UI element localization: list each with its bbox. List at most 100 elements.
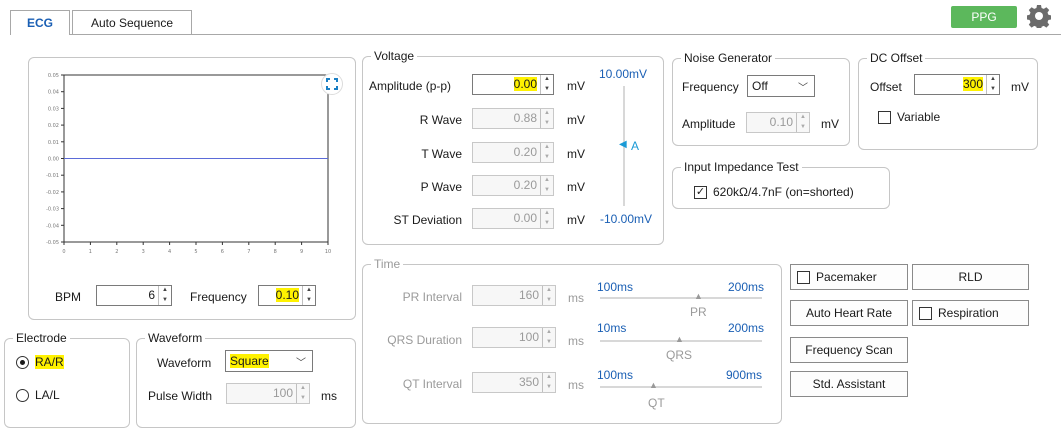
t-wave-up-icon[interactable]: ▲	[541, 143, 553, 153]
voltage-slider-marker: A	[631, 139, 640, 153]
r-wave-stepper[interactable]: 0.88 ▲ ▼	[472, 108, 554, 129]
voltage-title: Voltage	[371, 49, 418, 63]
waveform-select[interactable]: Square ﹀	[225, 350, 313, 372]
qt-marker: QT	[648, 396, 665, 410]
variable-checkbox-box[interactable]	[878, 110, 891, 124]
y-tick-label: -0.04	[46, 223, 59, 229]
dc-offset-down-icon[interactable]: ▼	[987, 85, 999, 95]
rld-button[interactable]: RLD	[912, 264, 1029, 290]
bpm-stepper[interactable]: 6 ▲ ▼	[96, 285, 172, 306]
qrs-duration-stepper[interactable]: 100 ▲ ▼	[472, 327, 556, 348]
waveform-label: Waveform	[157, 356, 212, 370]
x-tick-label: 7	[247, 249, 250, 255]
pacemaker-checkbox[interactable]	[797, 270, 810, 284]
pacemaker-label: Pacemaker	[816, 270, 877, 284]
r-wave-down-icon[interactable]: ▼	[541, 119, 553, 129]
amplitude-stepper[interactable]: 0.00 ▲ ▼	[472, 74, 554, 95]
frequency-up-icon[interactable]: ▲	[303, 286, 315, 296]
respiration-toggle[interactable]: Respiration	[912, 300, 1029, 326]
dc-offset-up-icon[interactable]: ▲	[987, 75, 999, 85]
qt-interval-up-icon[interactable]: ▲	[543, 373, 555, 383]
auto-heart-rate-button[interactable]: Auto Heart Rate	[790, 300, 908, 326]
noise-frequency-label: Frequency	[682, 80, 739, 94]
pulse-width-stepper[interactable]: 100 ▲ ▼	[226, 383, 310, 404]
qt-slider-thumb[interactable]: ▲	[649, 380, 658, 390]
qrs-duration-down-icon[interactable]: ▼	[543, 338, 555, 348]
voltage-slider-thumb[interactable]: ◀	[619, 139, 627, 150]
ecg-plot: 0.05 0.04 0.03 0.02 0.01 0.00 -0.01 -0.02 -0.03 -…	[30, 70, 350, 263]
expand-icon[interactable]	[321, 73, 343, 95]
tab-auto-sequence[interactable]: Auto Sequence	[72, 10, 192, 35]
frequency-scan-label: Frequency Scan	[805, 343, 893, 357]
frequency-scan-button[interactable]: Frequency Scan	[790, 337, 908, 363]
x-tick-label: 3	[142, 249, 145, 255]
bpm-down-icon[interactable]: ▼	[159, 296, 171, 306]
p-wave-up-icon[interactable]: ▲	[541, 176, 553, 186]
dc-offset-stepper[interactable]: 300 ▲ ▼	[914, 74, 1000, 95]
pr-interval-up-icon[interactable]: ▲	[543, 286, 555, 296]
st-deviation-label: ST Deviation	[393, 213, 462, 227]
tab-ecg-label: ECG	[26, 16, 53, 30]
pr-interval-value: 160	[518, 288, 539, 302]
electrode-la-radio[interactable]: LA/L	[16, 388, 60, 402]
electrode-ra-radio[interactable]: RA/R	[16, 355, 64, 369]
dc-offset-title: DC Offset	[867, 51, 926, 65]
variable-checkbox[interactable]: Variable	[878, 110, 940, 124]
pr-interval-down-icon[interactable]: ▼	[543, 296, 555, 306]
gear-icon[interactable]	[1026, 4, 1052, 30]
bpm-up-icon[interactable]: ▲	[159, 286, 171, 296]
electrode-la-dot[interactable]	[16, 388, 29, 402]
pacemaker-toggle[interactable]: Pacemaker	[790, 264, 908, 290]
qrs-duration-up-icon[interactable]: ▲	[543, 328, 555, 338]
r-wave-unit: mV	[567, 113, 585, 127]
dc-offset-panel: DC Offset	[858, 51, 1038, 150]
noise-amplitude-stepper[interactable]: 0.10 ▲ ▼	[746, 112, 810, 133]
p-wave-down-icon[interactable]: ▼	[541, 186, 553, 196]
noise-frequency-select[interactable]: Off ﹀	[747, 75, 815, 97]
qrs-slider-thumb[interactable]: ▲	[675, 334, 684, 344]
x-tick-label: 1	[89, 249, 92, 255]
noise-amplitude-label: Amplitude	[682, 117, 736, 131]
st-deviation-down-icon[interactable]: ▼	[541, 219, 553, 229]
std-assistant-label: Std. Assistant	[812, 377, 886, 391]
qrs-min: 10ms	[597, 321, 627, 335]
qt-max: 900ms	[726, 368, 763, 382]
qt-interval-stepper[interactable]: 350 ▲ ▼	[472, 372, 556, 393]
x-tick-label: 4	[168, 249, 171, 255]
qt-interval-unit: ms	[568, 378, 584, 392]
electrode-ra-dot[interactable]	[16, 355, 29, 369]
noise-amplitude-up-icon[interactable]: ▲	[797, 113, 809, 123]
qt-interval-down-icon[interactable]: ▼	[543, 383, 555, 393]
pulse-width-down-icon[interactable]: ▼	[297, 394, 309, 404]
y-tick-label: -0.03	[46, 207, 59, 213]
y-tick-label: 0.00	[48, 157, 59, 163]
y-tick-label: 0.05	[48, 73, 59, 79]
qt-slider-track[interactable]	[600, 386, 762, 388]
dc-offset-label: Offset	[870, 80, 902, 94]
t-wave-down-icon[interactable]: ▼	[541, 153, 553, 163]
voltage-scale-bottom: -10.00mV	[600, 212, 653, 226]
respiration-checkbox[interactable]	[919, 306, 932, 320]
st-deviation-up-icon[interactable]: ▲	[541, 209, 553, 219]
st-deviation-stepper[interactable]: 0.00 ▲ ▼	[472, 208, 554, 229]
x-tick-label: 9	[300, 249, 303, 255]
pr-slider-track[interactable]	[600, 297, 762, 299]
frequency-down-icon[interactable]: ▼	[303, 296, 315, 306]
ppg-button[interactable]: PPG	[951, 6, 1017, 28]
amplitude-up-icon[interactable]: ▲	[541, 75, 553, 85]
frequency-stepper[interactable]: 0.10 ▲ ▼	[258, 285, 316, 306]
r-wave-up-icon[interactable]: ▲	[541, 109, 553, 119]
t-wave-stepper[interactable]: 0.20 ▲ ▼	[472, 142, 554, 163]
impedance-checkbox[interactable]: ✓ 620kΩ/4.7nF (on=shorted)	[694, 185, 854, 199]
amplitude-down-icon[interactable]: ▼	[541, 85, 553, 95]
std-assistant-button[interactable]: Std. Assistant	[790, 371, 908, 397]
pulse-width-up-icon[interactable]: ▲	[297, 384, 309, 394]
pr-slider-thumb[interactable]: ▲	[694, 291, 703, 301]
tab-ecg[interactable]: ECG	[10, 10, 70, 35]
t-wave-label: T Wave	[421, 147, 462, 161]
impedance-check-icon[interactable]: ✓	[694, 185, 707, 199]
pr-interval-stepper[interactable]: 160 ▲ ▼	[472, 285, 556, 306]
noise-amplitude-down-icon[interactable]: ▼	[797, 123, 809, 133]
electrode-la-label: LA/L	[35, 388, 60, 402]
p-wave-stepper[interactable]: 0.20 ▲ ▼	[472, 175, 554, 196]
